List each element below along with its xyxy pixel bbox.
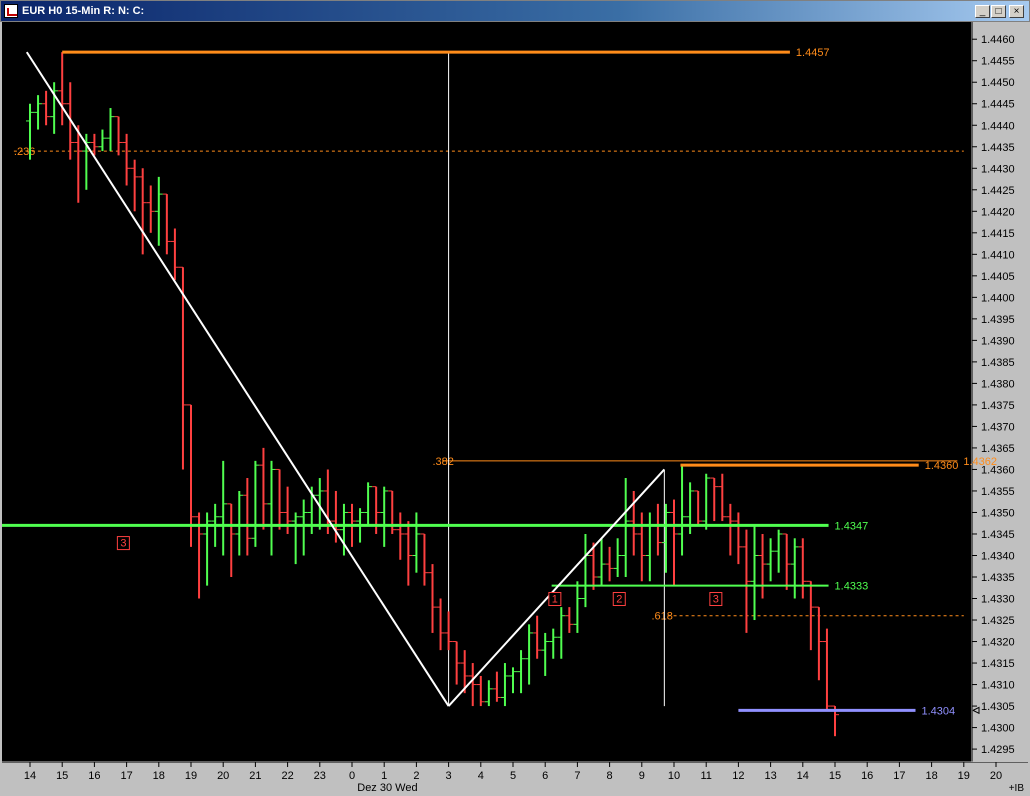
x-tick-label: 0 [349, 770, 355, 782]
y-tick-label: 1.4390 [981, 335, 1015, 347]
y-tick-label: 1.4335 [981, 572, 1015, 584]
support-1.4347-label: 1.4347 [835, 520, 869, 532]
marker-3-right-label: 3 [713, 594, 719, 606]
x-tick-label: 15 [829, 770, 841, 782]
y-tick-label: 1.4460 [981, 34, 1015, 46]
x-tick-label: 14 [797, 770, 809, 782]
x-tick-label: 17 [893, 770, 905, 782]
marker-1-label: 1 [552, 594, 558, 606]
x-tick-label: 5 [510, 770, 516, 782]
y-tick-label: 1.4330 [981, 594, 1015, 606]
marker-3-left-label: 3 [120, 538, 126, 550]
y-tick-label: 1.4435 [981, 142, 1015, 154]
x-tick-label: 1 [381, 770, 387, 782]
fib-382-label: .382 [433, 456, 454, 468]
y-tick-label: 1.4405 [981, 271, 1015, 283]
y-tick-label: 1.4370 [981, 421, 1015, 433]
x-tick-label: 12 [732, 770, 744, 782]
y-tick-label: 1.4385 [981, 357, 1015, 369]
y-tick-label: 1.4345 [981, 529, 1015, 541]
x-tick-label: 23 [314, 770, 326, 782]
y-tick-label: 1.4395 [981, 314, 1015, 326]
x-tick-label: 18 [153, 770, 165, 782]
y-tick-label: 1.4305 [981, 701, 1015, 713]
x-tick-label: 20 [990, 770, 1002, 782]
minimize-button[interactable]: _ [975, 5, 990, 18]
y-tick-label: 1.4320 [981, 637, 1015, 649]
x-tick-label: 15 [56, 770, 68, 782]
x-tick-label: 16 [88, 770, 100, 782]
x-tick-label: 9 [639, 770, 645, 782]
y-tick-label: 1.4455 [981, 56, 1015, 68]
fib-236-label: .236 [14, 146, 35, 158]
y-tick-label: 1.4440 [981, 120, 1015, 132]
y-tick-label: 1.4350 [981, 507, 1015, 519]
y-tick-label: 1.4425 [981, 185, 1015, 197]
y-tick-label: 1.4445 [981, 99, 1015, 111]
maximize-button[interactable]: □ [991, 5, 1006, 18]
x-tick-label: 3 [446, 770, 452, 782]
y-tick-label: 1.4380 [981, 378, 1015, 390]
marker-2-label: 2 [616, 594, 622, 606]
y-tick-label: 1.4420 [981, 206, 1015, 218]
x-tick-label: 18 [925, 770, 937, 782]
x-tick-label: 4 [478, 770, 484, 782]
date-label: Dez 30 Wed [357, 782, 417, 794]
x-tick-label: 2 [413, 770, 419, 782]
y-tick-label: 1.4410 [981, 249, 1015, 261]
x-tick-label: 17 [120, 770, 132, 782]
x-tick-label: 13 [764, 770, 776, 782]
close-button[interactable]: × [1009, 5, 1024, 18]
resistance-1.4457-label: 1.4457 [796, 47, 830, 59]
y-tick-label: 1.4325 [981, 615, 1015, 627]
y-tick-label: 1.4315 [981, 658, 1015, 670]
x-tick-label: 10 [668, 770, 680, 782]
x-tick-label: 7 [574, 770, 580, 782]
x-tick-label: 6 [542, 770, 548, 782]
support-1.4333-label: 1.4333 [835, 581, 869, 593]
x-tick-label: 19 [958, 770, 970, 782]
resistance-1.4360-label: 1.4360 [925, 460, 959, 472]
x-tick-label: 19 [185, 770, 197, 782]
trend-down[interactable] [25, 51, 450, 707]
x-tick-label: 20 [217, 770, 229, 782]
corner-label: +IB [1009, 783, 1025, 794]
y-tick-label: 1.4310 [981, 680, 1015, 692]
y-tick-label: 1.4400 [981, 292, 1015, 304]
x-tick-label: 22 [281, 770, 293, 782]
x-tick-label: 16 [861, 770, 873, 782]
current-1.4304-label: 1.4304 [922, 705, 956, 717]
x-tick-label: 11 [700, 770, 711, 782]
y-tick-label: 1.4340 [981, 550, 1015, 562]
y-tick-label: 1.4450 [981, 77, 1015, 89]
window-title: EUR H0 15-Min R: N: C: [22, 5, 145, 17]
y-tick-label: 1.4295 [981, 744, 1015, 756]
x-tick-label: 8 [607, 770, 613, 782]
fib-618-label: .618 [651, 611, 672, 623]
chart-app-icon[interactable] [4, 4, 18, 18]
trend-up[interactable] [447, 468, 666, 707]
y-tick-label: 1.4365 [981, 443, 1015, 455]
y-tick-label: 1.4430 [981, 163, 1015, 175]
price-chart[interactable]: 1.4460 1.4455 1.4450 1.4445 1.4440 1.4435 1.44… [2, 22, 1028, 794]
y-tick-label: 1.4415 [981, 228, 1015, 240]
y-tick-label: 1.4300 [981, 723, 1015, 735]
fib-382-price-label: 1.4362 [963, 456, 997, 468]
x-tick-label: 21 [249, 770, 261, 782]
title-bar[interactable]: EUR H0 15-Min R: N: C: _ □ × [0, 0, 1030, 22]
y-axis-panel [973, 22, 1028, 762]
x-tick-label: 14 [24, 770, 36, 782]
chart-area[interactable]: 1.4460 1.4455 1.4450 1.4445 1.4440 1.4435 1.44… [2, 22, 1028, 794]
y-tick-label: 1.4375 [981, 400, 1015, 412]
y-tick-label: 1.4355 [981, 486, 1015, 498]
